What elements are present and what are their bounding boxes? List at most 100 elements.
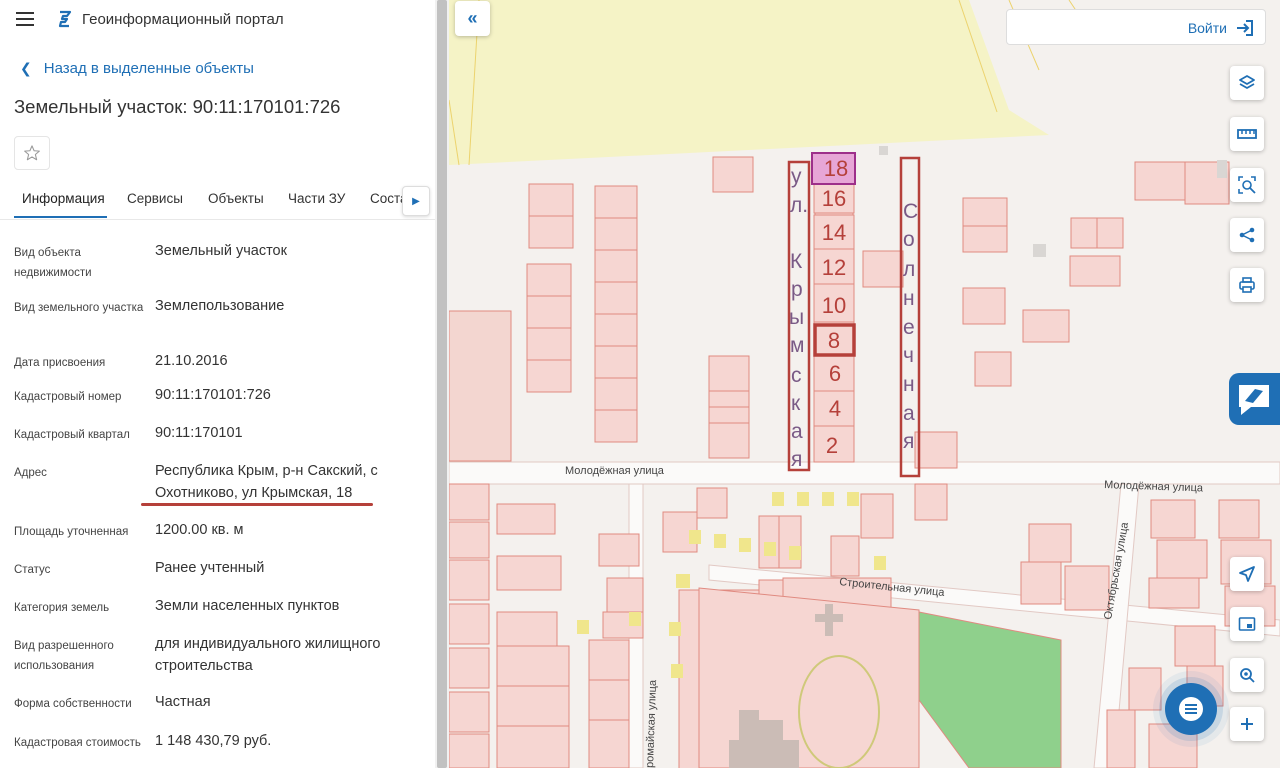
- house-number-6: 6: [829, 361, 841, 386]
- map-canvas[interactable]: Молодёжная улица Молодёжная улица Строит…: [449, 0, 1280, 768]
- house-number-18: 18: [824, 156, 848, 181]
- krymskaya-letter: у: [791, 165, 802, 188]
- solnechnaya-letter: о: [903, 228, 915, 251]
- tab-information[interactable]: Информация: [22, 191, 105, 206]
- stadium-track: [798, 655, 880, 768]
- basemap-button[interactable]: [1230, 607, 1264, 641]
- chat-bubble-icon: [1239, 385, 1269, 415]
- krymskaya-letter: к: [791, 392, 801, 415]
- collapse-panel-button[interactable]: «: [455, 1, 490, 36]
- login-icon: [1237, 20, 1253, 36]
- basemap-icon: [1238, 617, 1256, 631]
- tab-services[interactable]: Сервисы: [127, 191, 183, 206]
- favorite-button[interactable]: [14, 136, 50, 170]
- active-tab-indicator: [14, 216, 107, 218]
- printer-icon: [1239, 277, 1255, 293]
- triangle-right-icon: ▶: [412, 195, 420, 207]
- property-value: Земли населенных пунктов: [155, 598, 340, 614]
- area-search-button[interactable]: [1230, 168, 1264, 202]
- area-search-icon: [1238, 176, 1256, 194]
- property-label: Кадастровая стоимость: [14, 737, 141, 749]
- panel-scrollbar-thumb[interactable]: [437, 0, 447, 768]
- top-bar: Геоинформационный портал: [0, 0, 435, 40]
- krymskaya-letter: я: [791, 448, 802, 471]
- portal-title: Геоинформационный портал: [82, 11, 284, 28]
- double-chevron-left-icon: «: [467, 8, 478, 28]
- zoom-in-button[interactable]: [1230, 707, 1264, 741]
- farmland-area: [449, 0, 1049, 165]
- house-number-12: 12: [822, 255, 846, 280]
- chevron-left-icon: ❮: [20, 60, 32, 76]
- login-button[interactable]: Войти: [1006, 9, 1266, 45]
- property-label: Форма собственности: [14, 698, 132, 710]
- solnechnaya-letter: С: [903, 200, 918, 223]
- solnechnaya-letter: я: [903, 430, 914, 453]
- property-value: для индивидуального жилищного строительс…: [155, 636, 381, 674]
- street-label-molodezhnaya-1: Молодёжная улица: [565, 465, 665, 477]
- solnechnaya-letter: а: [903, 402, 915, 425]
- krymskaya-letter: с: [791, 364, 802, 387]
- street-label-pervomayskaya: ромайская улица: [644, 679, 659, 768]
- solnechnaya-letter: л: [903, 258, 915, 281]
- property-label: Вид земельного участка: [14, 302, 144, 314]
- property-value: Землепользование: [155, 298, 285, 314]
- back-to-selected-link[interactable]: ❮ Назад в выделенные объекты: [20, 60, 254, 77]
- krymskaya-vertical-text: у л. К р ы м с к а я: [789, 165, 808, 471]
- tab-parts[interactable]: Части ЗУ: [288, 191, 345, 206]
- tabs-scroll-right-button[interactable]: ▶: [402, 186, 430, 216]
- chat-button[interactable]: [1165, 683, 1217, 735]
- property-value: Земельный участок: [155, 243, 287, 259]
- krymskaya-letter: а: [791, 420, 803, 443]
- house-number-14: 14: [822, 220, 846, 245]
- map-drawing[interactable]: Молодёжная улица Молодёжная улица Строит…: [449, 0, 1280, 768]
- share-button[interactable]: [1230, 218, 1264, 252]
- share-icon: [1239, 227, 1255, 243]
- measure-button[interactable]: [1230, 117, 1264, 151]
- tab-objects[interactable]: Объекты: [208, 191, 264, 206]
- property-value: 90:11:170101:726: [155, 387, 271, 403]
- property-label: Вид объекта недвижимости: [14, 247, 92, 279]
- house-number-2: 2: [826, 433, 838, 458]
- print-button[interactable]: [1230, 268, 1264, 302]
- property-label: Вид разрешенного использования: [14, 640, 114, 672]
- house-number-10: 10: [822, 293, 846, 318]
- property-label: Категория земель: [14, 602, 110, 614]
- solnechnaya-letter: н: [903, 373, 915, 396]
- layers-button[interactable]: [1230, 66, 1264, 100]
- krymskaya-letter: м: [790, 334, 804, 357]
- solnechnaya-vertical-text: С о л н е ч н а я: [903, 200, 918, 453]
- krymskaya-letter: ы: [789, 306, 804, 329]
- property-value: 21.10.2016: [155, 353, 228, 369]
- solnechnaya-letter: ч: [903, 344, 914, 367]
- house-number-16: 16: [822, 186, 846, 211]
- parking-area: [449, 310, 512, 462]
- property-label: Кадастровый номер: [14, 391, 122, 403]
- property-label: Статус: [14, 564, 51, 576]
- property-label: Кадастровый квартал: [14, 429, 130, 441]
- page-title: Земельный участок: 90:11:170101:726: [14, 96, 341, 117]
- property-label: Площадь уточненная: [14, 526, 129, 538]
- property-value: 1200.00 кв. м: [155, 522, 244, 538]
- plus-icon: [1241, 718, 1253, 730]
- house-number-4: 4: [829, 396, 841, 421]
- feedback-tab[interactable]: [1229, 373, 1280, 425]
- search-location-icon: [1240, 668, 1255, 683]
- krymskaya-letter: л.: [790, 194, 808, 217]
- geolocation-button[interactable]: [1230, 557, 1264, 591]
- layers-icon: [1239, 75, 1255, 89]
- property-value: 90:11:170101: [155, 425, 243, 441]
- krymskaya-letter: р: [791, 278, 803, 301]
- street-label-molodezhnaya-2: Молодёжная улица: [1104, 479, 1204, 494]
- info-panel: Геоинформационный портал ❮ Назад в выделе…: [0, 0, 435, 768]
- chat-icon: [1179, 697, 1203, 721]
- tab-bar: Информация Сервисы Объекты Части ЗУ Сост…: [0, 180, 435, 220]
- portal-logo-icon: [58, 10, 72, 28]
- navigation-arrow-icon: [1239, 566, 1255, 582]
- property-value: Ранее учтенный: [155, 560, 265, 576]
- krymskaya-letter: К: [790, 250, 803, 273]
- property-label: Адрес: [14, 467, 47, 479]
- menu-icon[interactable]: [16, 12, 34, 26]
- locate-address-button[interactable]: [1230, 658, 1264, 692]
- star-icon: [24, 145, 40, 161]
- back-link-label: Назад в выделенные объекты: [43, 60, 254, 77]
